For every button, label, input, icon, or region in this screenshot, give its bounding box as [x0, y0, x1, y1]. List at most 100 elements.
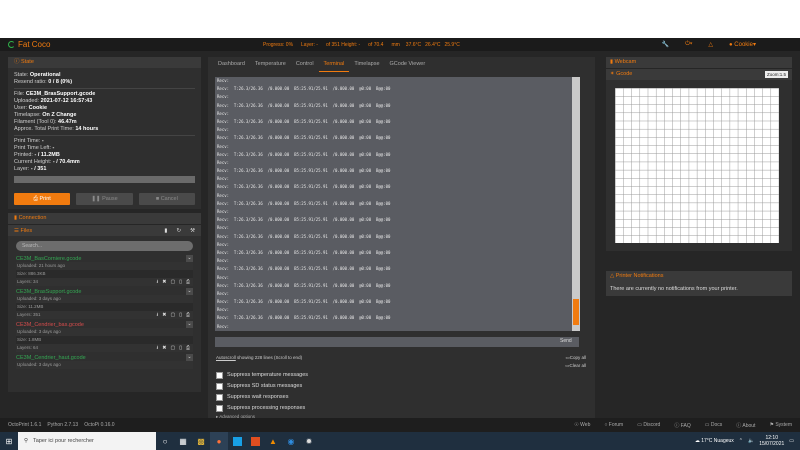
file-item[interactable]: CE3M_Cendrier_bas.gcode ⌄ Uploaded: 3 day… [16, 321, 193, 352]
autoscroll-row: Autoscroll showing 228 lines (Scroll to … [216, 354, 586, 362]
web-link[interactable]: ☉ Web [574, 422, 590, 429]
connection-panel-header[interactable]: ▮ Connection [8, 213, 201, 224]
terminal-line: Recv: [217, 241, 230, 247]
sd-card-icon[interactable]: ▮ [164, 228, 167, 234]
brand[interactable]: Fat Coco [8, 40, 263, 49]
trash-icon[interactable]: ▢ [170, 344, 175, 352]
chevron-down-icon[interactable]: ⌄ [186, 255, 193, 262]
tab-gcode-viewer[interactable]: GCode Viewer [385, 57, 431, 71]
autoscroll-toggle[interactable]: Autoscroll [216, 355, 236, 360]
print-icon[interactable]: ⎙ [186, 344, 190, 352]
chevron-down-icon[interactable]: ⌄ [186, 321, 193, 328]
file-explorer-icon[interactable]: ▩ [192, 432, 210, 450]
print-button[interactable]: ⎙ Print [14, 193, 71, 205]
wrench-icon[interactable]: ⚒ [190, 228, 195, 234]
file-name[interactable]: CE3M_BasCorniere.gcode [16, 256, 81, 262]
main-panel: Dashboard Temperature Control Terminal T… [208, 57, 595, 419]
taskbar-search-input[interactable]: ⚲ Taper ici pour rechercher [18, 432, 156, 450]
suppress-temp-option[interactable]: Suppress temperature messages [216, 370, 586, 381]
tab-timelapse[interactable]: Timelapse [349, 57, 384, 71]
notifications-panel-header[interactable]: △ Printer Notifications [606, 271, 792, 282]
app-wrench-icon[interactable]: ✹ [300, 432, 318, 450]
print-icon[interactable]: ⎙ [186, 278, 190, 286]
download-icon[interactable]: ⭳ [157, 311, 159, 319]
folder-icon[interactable]: ▯ [179, 311, 182, 319]
pause-button[interactable]: ❚❚ Pause [76, 193, 133, 205]
checkbox[interactable] [216, 394, 223, 401]
discord-link[interactable]: ▭ Discord [637, 422, 660, 429]
trash-icon[interactable]: ▢ [170, 311, 175, 319]
suppress-wait-option[interactable]: Suppress wait responses [216, 392, 586, 403]
tray-up-icon[interactable]: ⌃ [739, 438, 743, 444]
delete-icon[interactable]: ✖ [162, 311, 166, 319]
file-uploaded: Uploaded: 3 days ago [16, 328, 193, 336]
cortana-icon[interactable]: ○ [156, 432, 174, 450]
refresh-icon[interactable]: ↻ [176, 228, 181, 234]
print-icon[interactable]: ⎙ [186, 311, 190, 319]
delete-icon[interactable]: ✖ [162, 278, 166, 286]
power-icon[interactable]: ⏻▾ [685, 41, 692, 48]
files-search-input[interactable]: Search... [16, 241, 193, 251]
app-orange-icon[interactable] [246, 432, 264, 450]
suppress-sd-option[interactable]: Suppress SD status messages [216, 381, 586, 392]
checkbox[interactable] [216, 405, 223, 412]
system-tray: ☁ 17°C Nuageux ⌃ 🔈 12:10 15/07/2021 ▭ [695, 432, 794, 450]
send-button[interactable]: Send [560, 338, 572, 344]
gcode-panel-header[interactable]: ✴ Gcode Zoom:1.5 [606, 69, 792, 80]
file-name[interactable]: CE3M_Cendrier_bas.gcode [16, 322, 84, 328]
clear-all-button[interactable]: ▭Clear all [565, 362, 586, 370]
file-name[interactable]: CE3M_BrasSupport.gcode [16, 289, 81, 295]
file-item[interactable]: CE3M_BasCorniere.gcode ⌄ Uploaded: 21 hou… [16, 255, 193, 286]
cancel-button[interactable]: ■ Cancel [138, 193, 195, 205]
notification-center-icon[interactable]: ▭ [789, 438, 794, 444]
folder-icon[interactable]: ▯ [179, 278, 182, 286]
terminal-output[interactable]: Recv: Recv: T:26.3/26.36 /0.000.00 B5:25.… [215, 77, 579, 331]
firefox-icon[interactable]: ● [210, 432, 228, 450]
task-view-icon[interactable]: ▦ [174, 432, 192, 450]
file-name[interactable]: CE3M_Cendrier_haut.gcode [16, 355, 86, 361]
trash-icon[interactable]: ▢ [170, 278, 175, 286]
copy-all-button[interactable]: ▭Copy all [565, 354, 586, 362]
state-panel-header[interactable]: ⓘ State [8, 57, 201, 68]
wrench-icon[interactable]: 🔧 [662, 41, 669, 48]
webcam-panel-header[interactable]: ▮ Webcam [606, 57, 792, 68]
download-icon[interactable]: ⭳ [157, 344, 159, 352]
bell-icon[interactable]: △ [708, 41, 713, 48]
suppress-processing-option[interactable]: Suppress processing responses [216, 403, 586, 414]
app-globe-icon[interactable]: ◉ [282, 432, 300, 450]
files-title-wrap: ☰ Files [14, 227, 33, 234]
chevron-down-icon[interactable]: ⌄ [186, 288, 193, 295]
volume-icon[interactable]: 🔈 [748, 438, 754, 444]
app-c-icon[interactable] [228, 432, 246, 450]
docs-link[interactable]: ▭ Docs [705, 422, 723, 429]
weather-widget[interactable]: ☁ 17°C Nuageux [695, 438, 734, 444]
checkbox[interactable] [216, 383, 223, 390]
scrollbar-thumb[interactable] [573, 299, 579, 325]
file-item[interactable]: CE3M_Cendrier_haut.gcode ⌄ Uploaded: 3 da… [16, 354, 193, 369]
temp-bed: 26.4°C [425, 41, 441, 48]
forum-link[interactable]: ○ Forum [604, 422, 623, 429]
checkbox[interactable] [216, 372, 223, 379]
download-icon[interactable]: ⭳ [157, 278, 159, 286]
gcode-bed-grid[interactable] [615, 88, 779, 243]
windows-start-icon[interactable]: ⊞ [0, 432, 18, 450]
tab-dashboard[interactable]: Dashboard [213, 57, 250, 71]
system-link[interactable]: ⚑ System [769, 422, 792, 429]
terminal-scrollbar[interactable] [572, 77, 580, 331]
user-menu[interactable]: ● Cookie▾ [729, 41, 756, 48]
tab-control[interactable]: Control [291, 57, 319, 71]
vlc-icon[interactable]: ▲ [264, 432, 282, 450]
notifications-title: Printer Notifications [615, 273, 664, 279]
tab-terminal[interactable]: Terminal [318, 57, 350, 72]
files-panel-header[interactable]: ☰ Files ▮ ↻ ⚒ [8, 225, 201, 236]
folder-icon[interactable]: ▯ [179, 344, 182, 352]
about-link[interactable]: ⓘ About [736, 422, 755, 429]
terminal-command-input[interactable] [215, 337, 579, 347]
faq-link[interactable]: ⓘ FAQ [674, 422, 690, 429]
tab-temperature[interactable]: Temperature [250, 57, 291, 71]
zoom-badge[interactable]: Zoom:1.5 [764, 71, 788, 78]
delete-icon[interactable]: ✖ [162, 344, 166, 352]
file-item[interactable]: CE3M_BrasSupport.gcode ⌄ Uploaded: 3 days… [16, 288, 193, 319]
chevron-down-icon[interactable]: ⌄ [186, 354, 193, 361]
clock[interactable]: 12:10 15/07/2021 [759, 435, 784, 447]
